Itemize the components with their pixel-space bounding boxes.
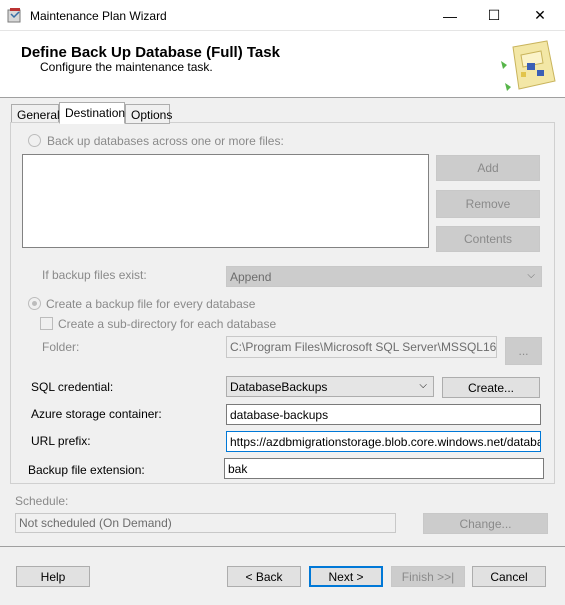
extension-input[interactable]: bak — [224, 458, 544, 479]
title-bar: Maintenance Plan Wizard — ☐ ✕ — [0, 0, 565, 31]
tab-destination[interactable]: Destination — [59, 102, 125, 124]
wizard-graphic-icon — [501, 40, 556, 91]
backup-across-files-label: Back up databases across one or more fil… — [47, 134, 284, 148]
if-exist-label: If backup files exist: — [42, 268, 147, 282]
back-button[interactable]: < Back — [227, 566, 301, 587]
create-subdir-checkbox[interactable] — [40, 317, 53, 330]
create-file-per-db-label: Create a backup file for every database — [46, 297, 256, 311]
footer-divider — [0, 546, 565, 547]
chevron-down-icon: ⌵ — [419, 380, 427, 391]
url-prefix-label: URL prefix: — [31, 434, 91, 448]
schedule-value: Not scheduled (On Demand) — [15, 513, 396, 533]
create-file-per-db-radio[interactable] — [28, 297, 41, 310]
schedule-label: Schedule: — [15, 494, 69, 508]
folder-browse-button[interactable]: ... — [505, 337, 542, 365]
add-button[interactable]: Add — [436, 155, 540, 181]
page-title: Define Back Up Database (Full) Task — [21, 44, 280, 61]
contents-button[interactable]: Contents — [436, 226, 540, 252]
close-button[interactable]: ✕ — [517, 0, 563, 31]
url-prefix-input[interactable]: https://azdbmigrationstorage.blob.core.w… — [226, 431, 541, 452]
create-credential-button[interactable]: Create... — [442, 377, 540, 398]
azure-container-input[interactable]: database-backups — [226, 404, 541, 425]
change-schedule-button[interactable]: Change... — [423, 513, 548, 534]
backup-files-list[interactable] — [22, 154, 429, 248]
window-title: Maintenance Plan Wizard — [30, 9, 167, 23]
sql-credential-label: SQL credential: — [31, 380, 114, 394]
tab-options[interactable]: Options — [125, 104, 172, 124]
if-exist-dropdown[interactable]: Append ⌵ — [226, 266, 542, 287]
folder-label: Folder: — [42, 340, 80, 354]
azure-container-label: Azure storage container: — [31, 407, 162, 421]
backup-across-files-radio[interactable] — [28, 134, 41, 147]
cancel-button[interactable]: Cancel — [472, 566, 546, 587]
help-button[interactable]: Help — [16, 566, 90, 587]
folder-input[interactable]: C:\Program Files\Microsoft SQL Server\MS… — [226, 336, 497, 358]
tab-general[interactable]: General — [11, 104, 60, 124]
finish-button[interactable]: Finish >>| — [391, 566, 465, 587]
maximize-button[interactable]: ☐ — [471, 0, 517, 31]
sql-credential-dropdown[interactable]: DatabaseBackups ⌵ — [226, 376, 434, 397]
next-button[interactable]: Next > — [309, 566, 383, 587]
sql-credential-value: DatabaseBackups — [230, 379, 328, 394]
page-subtitle: Configure the maintenance task. — [40, 60, 213, 74]
chevron-down-icon: ⌵ — [527, 270, 535, 281]
maintenance-plan-icon — [7, 8, 21, 23]
extension-label: Backup file extension: — [28, 463, 145, 477]
if-exist-value: Append — [230, 269, 272, 284]
minimize-button[interactable]: — — [427, 0, 473, 31]
remove-button[interactable]: Remove — [436, 190, 540, 218]
create-subdir-label: Create a sub-directory for each database — [58, 317, 277, 331]
